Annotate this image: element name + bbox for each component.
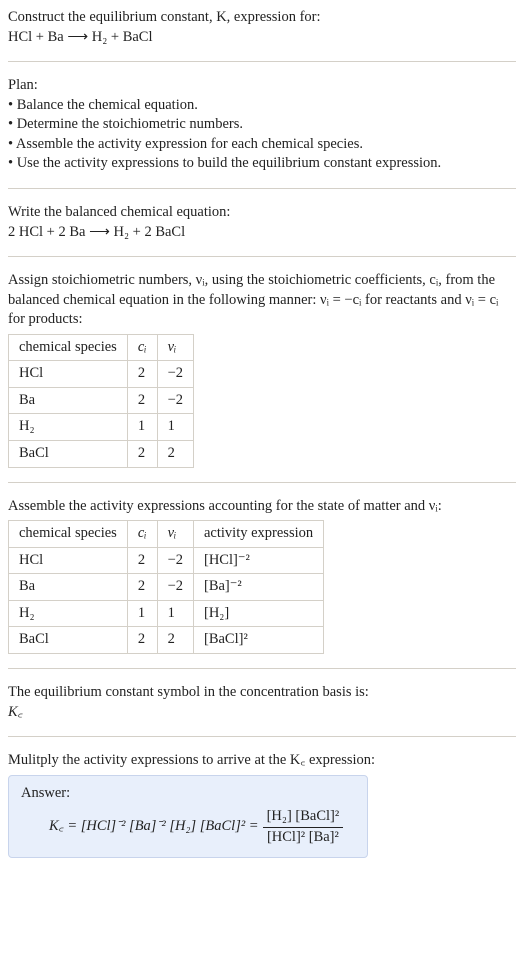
stoich-block: Assign stoichiometric numbers, νᵢ, using… [8,256,516,468]
cell-vi: −2 [157,387,193,414]
question-line1-text: Construct the equilibrium constant, K, e… [8,9,321,25]
cell-species: Ba [9,387,128,414]
col-ci: cᵢ [127,521,157,548]
cell-ci: 2 [127,361,157,388]
answer-frac-num: [H₂] [BaCl]² [263,807,344,828]
answer-fraction: [H₂] [BaCl]² [HCl]² [Ba]² [263,807,344,847]
answer-frac-den: [HCl]² [Ba]² [263,828,344,848]
cell-vi: 1 [157,414,193,441]
cell-species: H₂ [9,414,128,441]
cell-vi: 2 [157,627,193,654]
plan-item: • Assemble the activity expression for e… [8,135,516,155]
table-header-row: chemical species cᵢ νᵢ [9,334,194,361]
cell-species: HCl [9,547,128,574]
cell-vi: 2 [157,441,193,468]
cell-ci: 1 [127,600,157,627]
answer-lhs: K꜀ = [HCl]⁻² [Ba]⁻² [H₂] [BaCl]² = [49,817,259,837]
cell-ci: 2 [127,387,157,414]
question-line1: Construct the equilibrium constant, K, e… [8,8,516,28]
cell-activity: [BaCl]² [194,627,324,654]
plan-item: • Balance the chemical equation. [8,96,516,116]
table-header-row: chemical species cᵢ νᵢ activity expressi… [9,521,324,548]
cell-ci: 2 [127,627,157,654]
table-row: HCl 2 −2 [HCl]⁻² [9,547,324,574]
col-activity: activity expression [194,521,324,548]
table-row: Ba 2 −2 [Ba]⁻² [9,574,324,601]
col-species: chemical species [9,334,128,361]
cell-activity: [HCl]⁻² [194,547,324,574]
balanced-block: Write the balanced chemical equation: 2 … [8,188,516,242]
table-row: Ba 2 −2 [9,387,194,414]
plan-item: • Determine the stoichiometric numbers. [8,115,516,135]
cell-vi: −2 [157,547,193,574]
activity-block: Assemble the activity expressions accoun… [8,482,516,654]
cell-ci: 2 [127,574,157,601]
cell-species: HCl [9,361,128,388]
unbalanced-equation: HCl + Ba ⟶ H₂ + BaCl [8,28,516,48]
plan-item: • Use the activity expressions to build … [8,154,516,174]
activity-table: chemical species cᵢ νᵢ activity expressi… [8,520,324,654]
col-vi: νᵢ [157,521,193,548]
table-row: HCl 2 −2 [9,361,194,388]
multiply-title: Mulitply the activity expressions to arr… [8,751,516,771]
activity-intro: Assemble the activity expressions accoun… [8,497,516,517]
plan-title: Plan: [8,76,516,96]
question-block: Construct the equilibrium constant, K, e… [8,8,516,47]
col-vi: νᵢ [157,334,193,361]
cell-vi: 1 [157,600,193,627]
plan-block: Plan: • Balance the chemical equation. •… [8,61,516,174]
col-ci: cᵢ [127,334,157,361]
cell-vi: −2 [157,574,193,601]
multiply-block: Mulitply the activity expressions to arr… [8,736,516,858]
table-row: H₂ 1 1 [9,414,194,441]
cell-species: H₂ [9,600,128,627]
cell-species: BaCl [9,627,128,654]
cell-species: Ba [9,574,128,601]
answer-expression: K꜀ = [HCl]⁻² [Ba]⁻² [H₂] [BaCl]² = [H₂] … [21,803,355,847]
cell-species: BaCl [9,441,128,468]
stoich-intro: Assign stoichiometric numbers, νᵢ, using… [8,271,516,330]
cell-vi: −2 [157,361,193,388]
table-row: BaCl 2 2 [9,441,194,468]
answer-box: Answer: K꜀ = [HCl]⁻² [Ba]⁻² [H₂] [BaCl]²… [8,775,368,859]
cell-activity: [Ba]⁻² [194,574,324,601]
balanced-equation: 2 HCl + 2 Ba ⟶ H₂ + 2 BaCl [8,223,516,243]
ksymbol-title: The equilibrium constant symbol in the c… [8,683,516,703]
cell-ci: 1 [127,414,157,441]
cell-ci: 2 [127,547,157,574]
balanced-title: Write the balanced chemical equation: [8,203,516,223]
cell-activity: [H₂] [194,600,324,627]
stoich-table: chemical species cᵢ νᵢ HCl 2 −2 Ba 2 −2 … [8,334,194,468]
ksymbol: K꜀ [8,704,23,720]
answer-label: Answer: [21,784,355,804]
table-row: BaCl 2 2 [BaCl]² [9,627,324,654]
col-species: chemical species [9,521,128,548]
table-row: H₂ 1 1 [H₂] [9,600,324,627]
ksymbol-block: The equilibrium constant symbol in the c… [8,668,516,722]
cell-ci: 2 [127,441,157,468]
